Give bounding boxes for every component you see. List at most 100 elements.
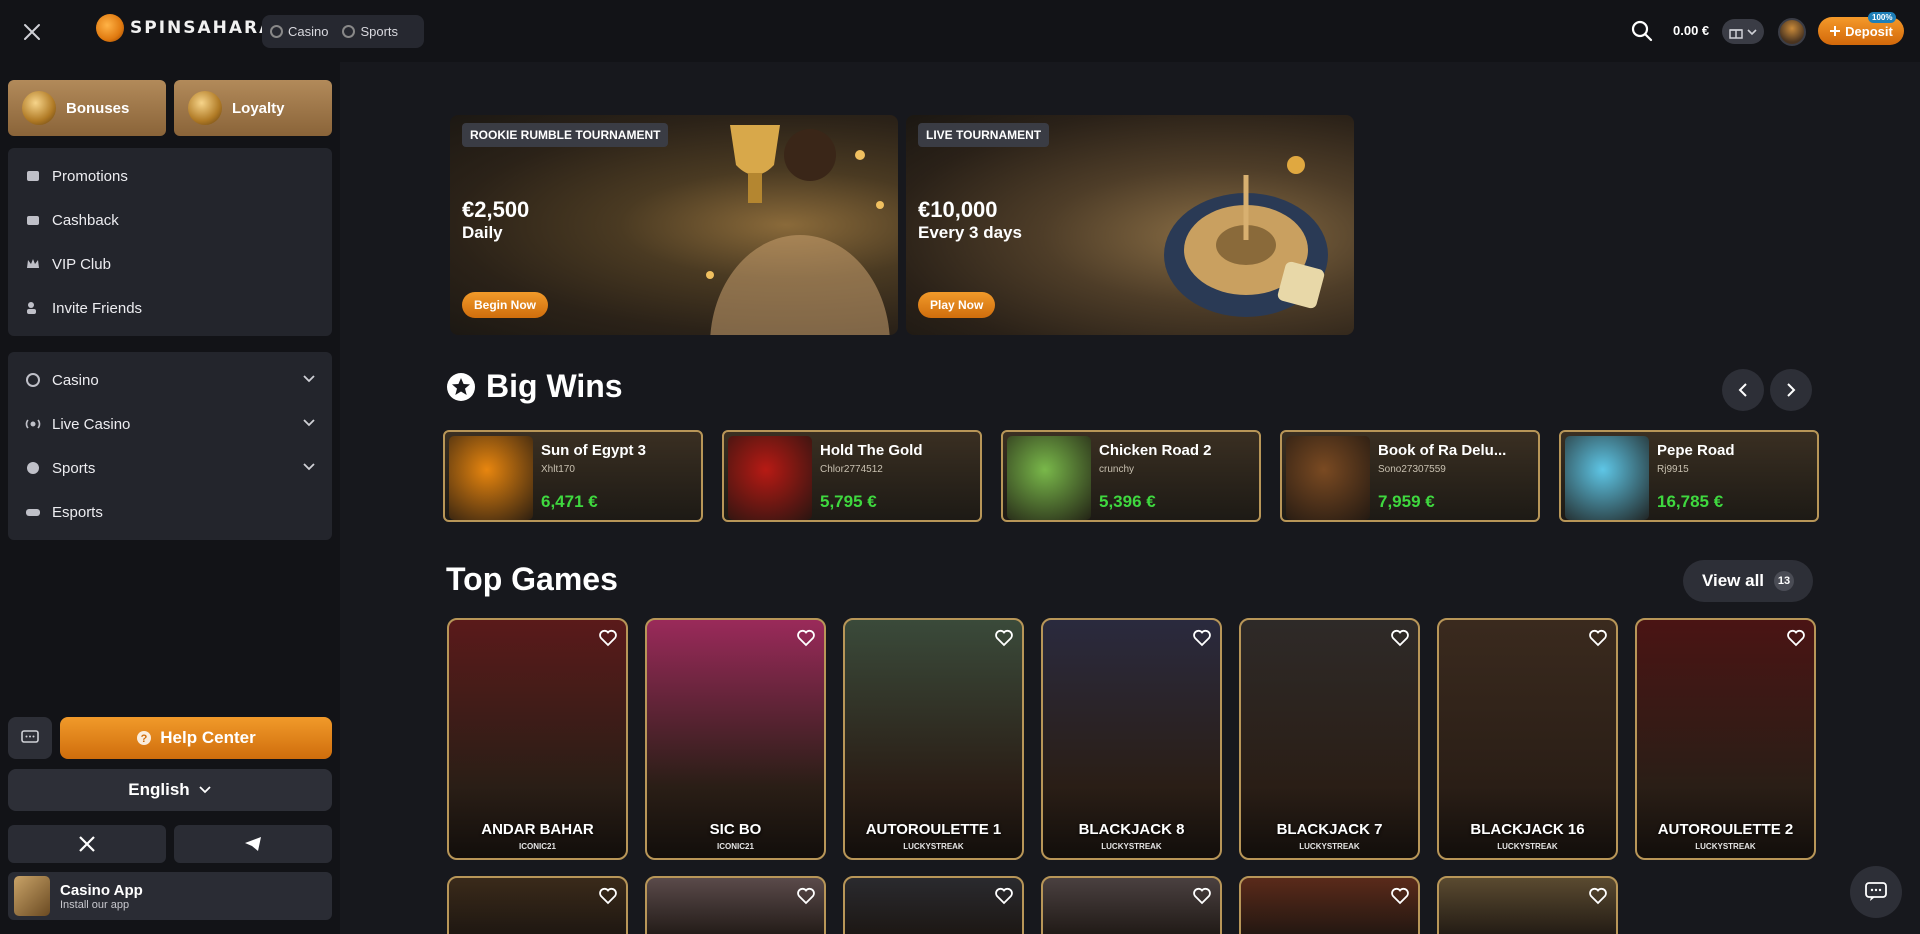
game-card[interactable]: AUTOROULETTE 1 LUCKYSTREAK [843, 618, 1024, 860]
heart-icon[interactable] [1192, 628, 1212, 648]
app-subtitle: Install our app [60, 898, 130, 911]
nav-sports-label: Sports [360, 24, 399, 39]
invite-icon [24, 299, 42, 317]
cashback-icon [24, 211, 42, 229]
game-card[interactable] [645, 876, 826, 934]
sidebar-item-invite-friends[interactable]: Invite Friends [8, 286, 332, 330]
heart-icon[interactable] [796, 628, 816, 648]
site-logo[interactable]: SPINSAHARA [96, 14, 274, 42]
game-card[interactable] [1437, 876, 1618, 934]
chevron-down-icon [303, 419, 315, 427]
game-title: AUTOROULETTE 1 [865, 821, 1002, 838]
heart-icon[interactable] [1588, 886, 1608, 906]
x-link[interactable] [8, 825, 166, 863]
win-user-name: Chlor2774512 [820, 464, 883, 475]
live-chat-button[interactable] [1850, 866, 1902, 918]
heart-icon[interactable] [1588, 628, 1608, 648]
svg-text:?: ? [141, 733, 148, 745]
heart-icon[interactable] [1786, 628, 1806, 648]
help-center-button[interactable]: ? Help Center [60, 717, 332, 759]
game-provider: LUCKYSTREAK [1497, 842, 1558, 851]
banner-amount: €2,500 [462, 197, 530, 222]
begin-now-button[interactable]: Begin Now [462, 292, 548, 318]
nav-casino[interactable]: Casino [270, 24, 328, 39]
phone-icon [14, 876, 50, 916]
game-thumbnail [1007, 436, 1091, 520]
heart-icon[interactable] [1390, 886, 1410, 906]
heart-icon[interactable] [796, 886, 816, 906]
game-card[interactable]: ANDAR BAHAR ICONIC21 [447, 618, 628, 860]
nav-sports[interactable]: Sports [342, 24, 398, 39]
big-win-card[interactable]: Book of Ra Delu... Sono27307559 7,959 € [1280, 430, 1540, 522]
chevron-down-icon [303, 463, 315, 471]
tournament-banner-1[interactable]: ROOKIE RUMBLE TOURNAMENT €2,500 Daily Be… [450, 115, 898, 335]
game-provider: LUCKYSTREAK [1101, 842, 1162, 851]
play-now-button[interactable]: Play Now [918, 292, 996, 318]
app-root: SPINSAHARA Casino Sports 0.00 € Deposit … [0, 0, 1920, 934]
gift-icon [1729, 28, 1743, 39]
search-icon [1631, 20, 1653, 42]
heart-icon[interactable] [598, 886, 618, 906]
sidebar-item-promotions[interactable]: Promotions [8, 154, 332, 198]
loyalty-label: Loyalty [232, 99, 285, 117]
sidebar-item-cashback[interactable]: Cashback [8, 198, 332, 242]
sidebar-item-live-casino[interactable]: Live Casino [8, 402, 332, 446]
avatar[interactable] [1778, 18, 1806, 46]
banner-tag: ROOKIE RUMBLE TOURNAMENT [462, 123, 669, 147]
game-card[interactable]: SIC BO ICONIC21 [645, 618, 826, 860]
bonuses-card[interactable]: Bonuses [8, 80, 166, 136]
casino-app-card[interactable]: Casino App Install our app [8, 872, 332, 920]
sidebar: Bonuses Loyalty Promotions Cashback VIP … [0, 62, 340, 934]
heart-icon[interactable] [598, 628, 618, 648]
big-win-card[interactable]: Chicken Road 2 crunchy 5,396 € [1001, 430, 1261, 522]
heart-icon[interactable] [994, 628, 1014, 648]
chevron-down-icon [199, 786, 211, 794]
telegram-link[interactable] [174, 825, 332, 863]
top-header: SPINSAHARA Casino Sports 0.00 € Deposit … [0, 0, 1920, 62]
language-label: English [128, 780, 190, 799]
big-win-card[interactable]: Sun of Egypt 3 Xhlt170 6,471 € [443, 430, 703, 522]
game-card[interactable] [1041, 876, 1222, 934]
heart-icon[interactable] [994, 886, 1014, 906]
casino-icon [24, 371, 42, 389]
close-sidebar-button[interactable] [18, 18, 46, 46]
language-select[interactable]: English [8, 769, 332, 811]
gamepad-icon [24, 503, 42, 521]
banner-tag: LIVE TOURNAMENT [918, 123, 1050, 147]
game-provider: LUCKYSTREAK [903, 842, 964, 851]
big-wins-prev-button[interactable] [1722, 369, 1764, 411]
promo-menu: Promotions Cashback VIP Club Invite Frie… [8, 148, 332, 336]
crown-icon [24, 255, 42, 273]
sidebar-item-esports[interactable]: Esports [8, 490, 332, 534]
sidebar-item-sports[interactable]: Sports [8, 446, 332, 490]
big-win-card[interactable]: Pepe Road Rj9915 16,785 € [1559, 430, 1819, 522]
chevron-down-icon [1747, 28, 1757, 35]
chevron-right-icon [1787, 383, 1796, 397]
big-wins-label: Big Wins [486, 368, 623, 404]
heart-icon[interactable] [1390, 628, 1410, 648]
game-card[interactable]: BLACKJACK 7 LUCKYSTREAK [1239, 618, 1420, 860]
app-card-text: Casino App Install our app [60, 882, 143, 911]
win-user-name: Rj9915 [1657, 464, 1689, 475]
tournament-banner-2[interactable]: LIVE TOURNAMENT €10,000 Every 3 days Pla… [906, 115, 1354, 335]
loyalty-card[interactable]: Loyalty [174, 80, 332, 136]
game-card[interactable] [1239, 876, 1420, 934]
game-card[interactable] [447, 876, 628, 934]
big-wins-next-button[interactable] [1770, 369, 1812, 411]
sidebar-item-casino[interactable]: Casino [8, 358, 332, 402]
sidebar-item-vip-club[interactable]: VIP Club [8, 242, 332, 286]
big-win-card[interactable]: Hold The Gold Chlor2774512 5,795 € [722, 430, 982, 522]
game-title: AUTOROULETTE 2 [1657, 821, 1794, 838]
view-all-button[interactable]: View all 13 [1683, 560, 1813, 602]
game-card[interactable]: AUTOROULETTE 2 LUCKYSTREAK [1635, 618, 1816, 860]
sidebar-item-label: Cashback [52, 211, 119, 229]
heart-icon[interactable] [1192, 886, 1212, 906]
game-card[interactable] [843, 876, 1024, 934]
game-card[interactable]: BLACKJACK 16 LUCKYSTREAK [1437, 618, 1618, 860]
chat-button[interactable] [8, 717, 52, 759]
game-card[interactable]: BLACKJACK 8 LUCKYSTREAK [1041, 618, 1222, 860]
game-thumbnail [728, 436, 812, 520]
social-links [8, 825, 332, 863]
wallet-dropdown[interactable] [1722, 19, 1764, 44]
search-button[interactable] [1630, 19, 1654, 43]
